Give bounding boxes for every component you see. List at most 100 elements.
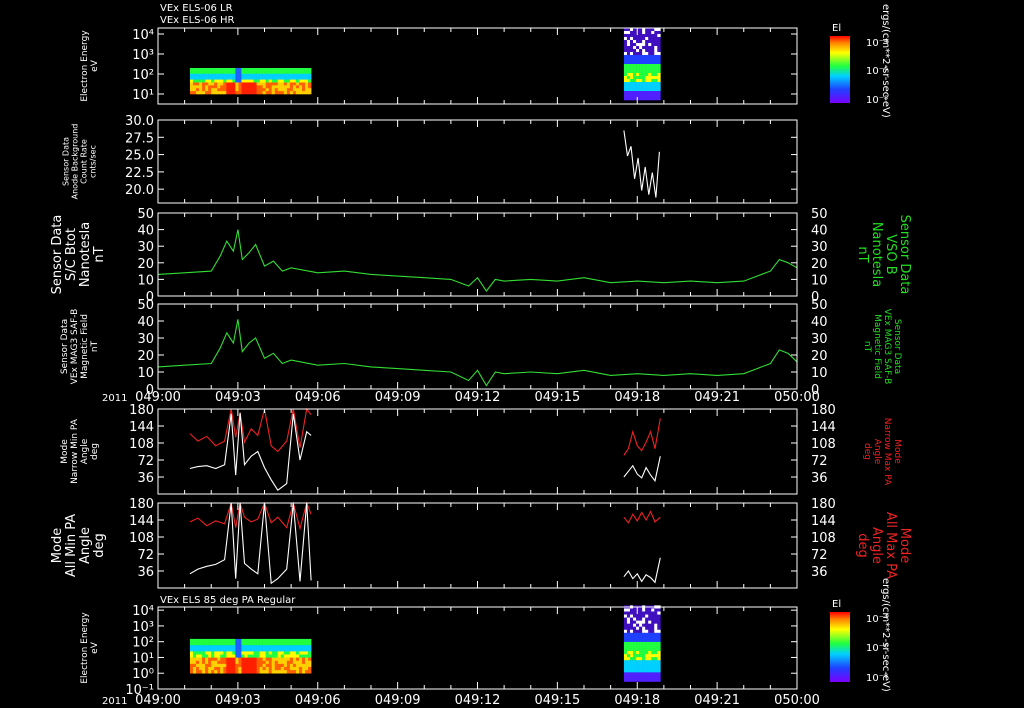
heatmap-cell — [639, 48, 643, 53]
heatmap-cell — [302, 642, 306, 646]
heatmap-cell — [626, 39, 631, 44]
heatmap-cell — [256, 88, 260, 92]
heatmap-cell — [626, 42, 631, 47]
heatmap-cell — [265, 73, 269, 77]
heatmap-cell — [280, 648, 285, 652]
heatmap-cell — [302, 85, 306, 89]
heatmap-cell — [189, 70, 194, 75]
heatmap-cell — [202, 85, 206, 89]
heatmap-cell — [265, 654, 269, 658]
heatmap-cell — [199, 638, 203, 643]
heatmap-cell — [645, 91, 649, 95]
heatmap-cell — [654, 51, 658, 56]
heatmap-cell — [639, 608, 643, 612]
heatmap-cell — [302, 70, 306, 75]
heatmap-cell — [274, 657, 279, 662]
y-axis-label: Angle — [80, 438, 90, 464]
heatmap-cell — [199, 645, 203, 649]
heatmap-cell — [654, 76, 658, 80]
heatmap-cell — [241, 67, 245, 72]
heatmap-cell — [262, 654, 266, 658]
heatmap-cell — [636, 57, 640, 62]
heatmap-cell — [229, 67, 233, 72]
heatmap-cell — [654, 663, 658, 667]
heatmap-cell — [241, 648, 245, 652]
heatmap-cell — [277, 660, 282, 665]
heatmap-cell — [651, 672, 655, 676]
heatmap-cell — [639, 663, 643, 667]
heatmap-cell — [220, 88, 224, 92]
heatmap-cell — [196, 67, 200, 72]
heatmap-cell — [292, 82, 297, 86]
heatmap-cell — [633, 73, 637, 77]
heatmap-cell — [232, 642, 236, 646]
heatmap-cell — [271, 79, 276, 83]
heatmap-cell — [226, 663, 230, 668]
heatmap-cell — [223, 70, 227, 75]
heatmap-cell — [642, 608, 646, 612]
heatmap-cell — [214, 67, 218, 72]
heatmap-cell — [657, 654, 661, 658]
heatmap-cell — [196, 660, 200, 665]
heatmap-cell — [238, 660, 242, 665]
heatmap-cell — [639, 91, 643, 95]
heatmap-cell — [202, 666, 206, 671]
heatmap-cell — [247, 666, 251, 671]
heatmap-cell — [298, 79, 303, 83]
y-axis-label: Electron Energy — [80, 30, 90, 102]
heatmap-cell — [217, 670, 221, 674]
heatmap-cell — [292, 654, 297, 658]
heatmap-cell — [623, 654, 628, 658]
heatmap-cell — [223, 85, 227, 89]
heatmap-cell — [289, 91, 294, 95]
heatmap-cell — [295, 70, 300, 75]
heatmap-cell — [636, 626, 640, 631]
heatmap-cell — [630, 663, 634, 667]
heatmap-cell — [250, 82, 254, 86]
heatmap-cell — [268, 670, 273, 674]
x-tick-label: 049:18 — [614, 693, 660, 708]
heatmap-cell — [308, 666, 312, 671]
heatmap-cell — [295, 76, 300, 80]
heatmap-cell — [648, 657, 652, 661]
heatmap-cell — [189, 651, 194, 655]
heatmap-cell — [226, 660, 230, 665]
heatmap-cell — [626, 657, 631, 661]
heatmap-cell — [623, 73, 628, 77]
heatmap-cell — [196, 73, 200, 77]
y-tick-label: 144 — [129, 420, 154, 435]
heatmap-cell — [298, 88, 303, 92]
heatmap-cell — [271, 638, 276, 643]
heatmap-cell — [223, 666, 227, 671]
heatmap-cell — [648, 36, 652, 41]
heatmap-cell — [633, 666, 637, 670]
heatmap-cell — [639, 626, 643, 631]
heatmap-cell — [651, 663, 655, 667]
y-tick-label-right: 144 — [811, 420, 836, 435]
heatmap-cell — [250, 651, 254, 655]
heatmap-cell — [651, 666, 655, 670]
heatmap-cell — [295, 91, 300, 95]
y-tick-label-right: 144 — [811, 514, 836, 529]
heatmap-cell — [223, 663, 227, 668]
heatmap-cell — [256, 651, 260, 655]
heatmap-cell — [657, 663, 661, 667]
heatmap-cell — [265, 88, 269, 92]
heatmap-cell — [645, 638, 649, 643]
heatmap-cell — [223, 638, 227, 643]
heatmap-cell — [633, 678, 637, 682]
heatmap-cell — [636, 42, 640, 47]
heatmap-cell — [623, 648, 628, 652]
heatmap-cell — [247, 70, 251, 75]
heatmap-cell — [265, 660, 269, 665]
heatmap-cell — [651, 39, 655, 44]
heatmap-cell — [262, 638, 266, 643]
heatmap-cell — [274, 645, 279, 649]
heatmap-cell — [645, 617, 649, 621]
heatmap-cell — [250, 73, 254, 77]
heatmap-cell — [271, 663, 276, 668]
heatmap-cell — [271, 88, 276, 92]
heatmap-cell — [295, 638, 300, 643]
heatmap-cell — [277, 82, 282, 86]
heatmap-cell — [214, 91, 218, 95]
